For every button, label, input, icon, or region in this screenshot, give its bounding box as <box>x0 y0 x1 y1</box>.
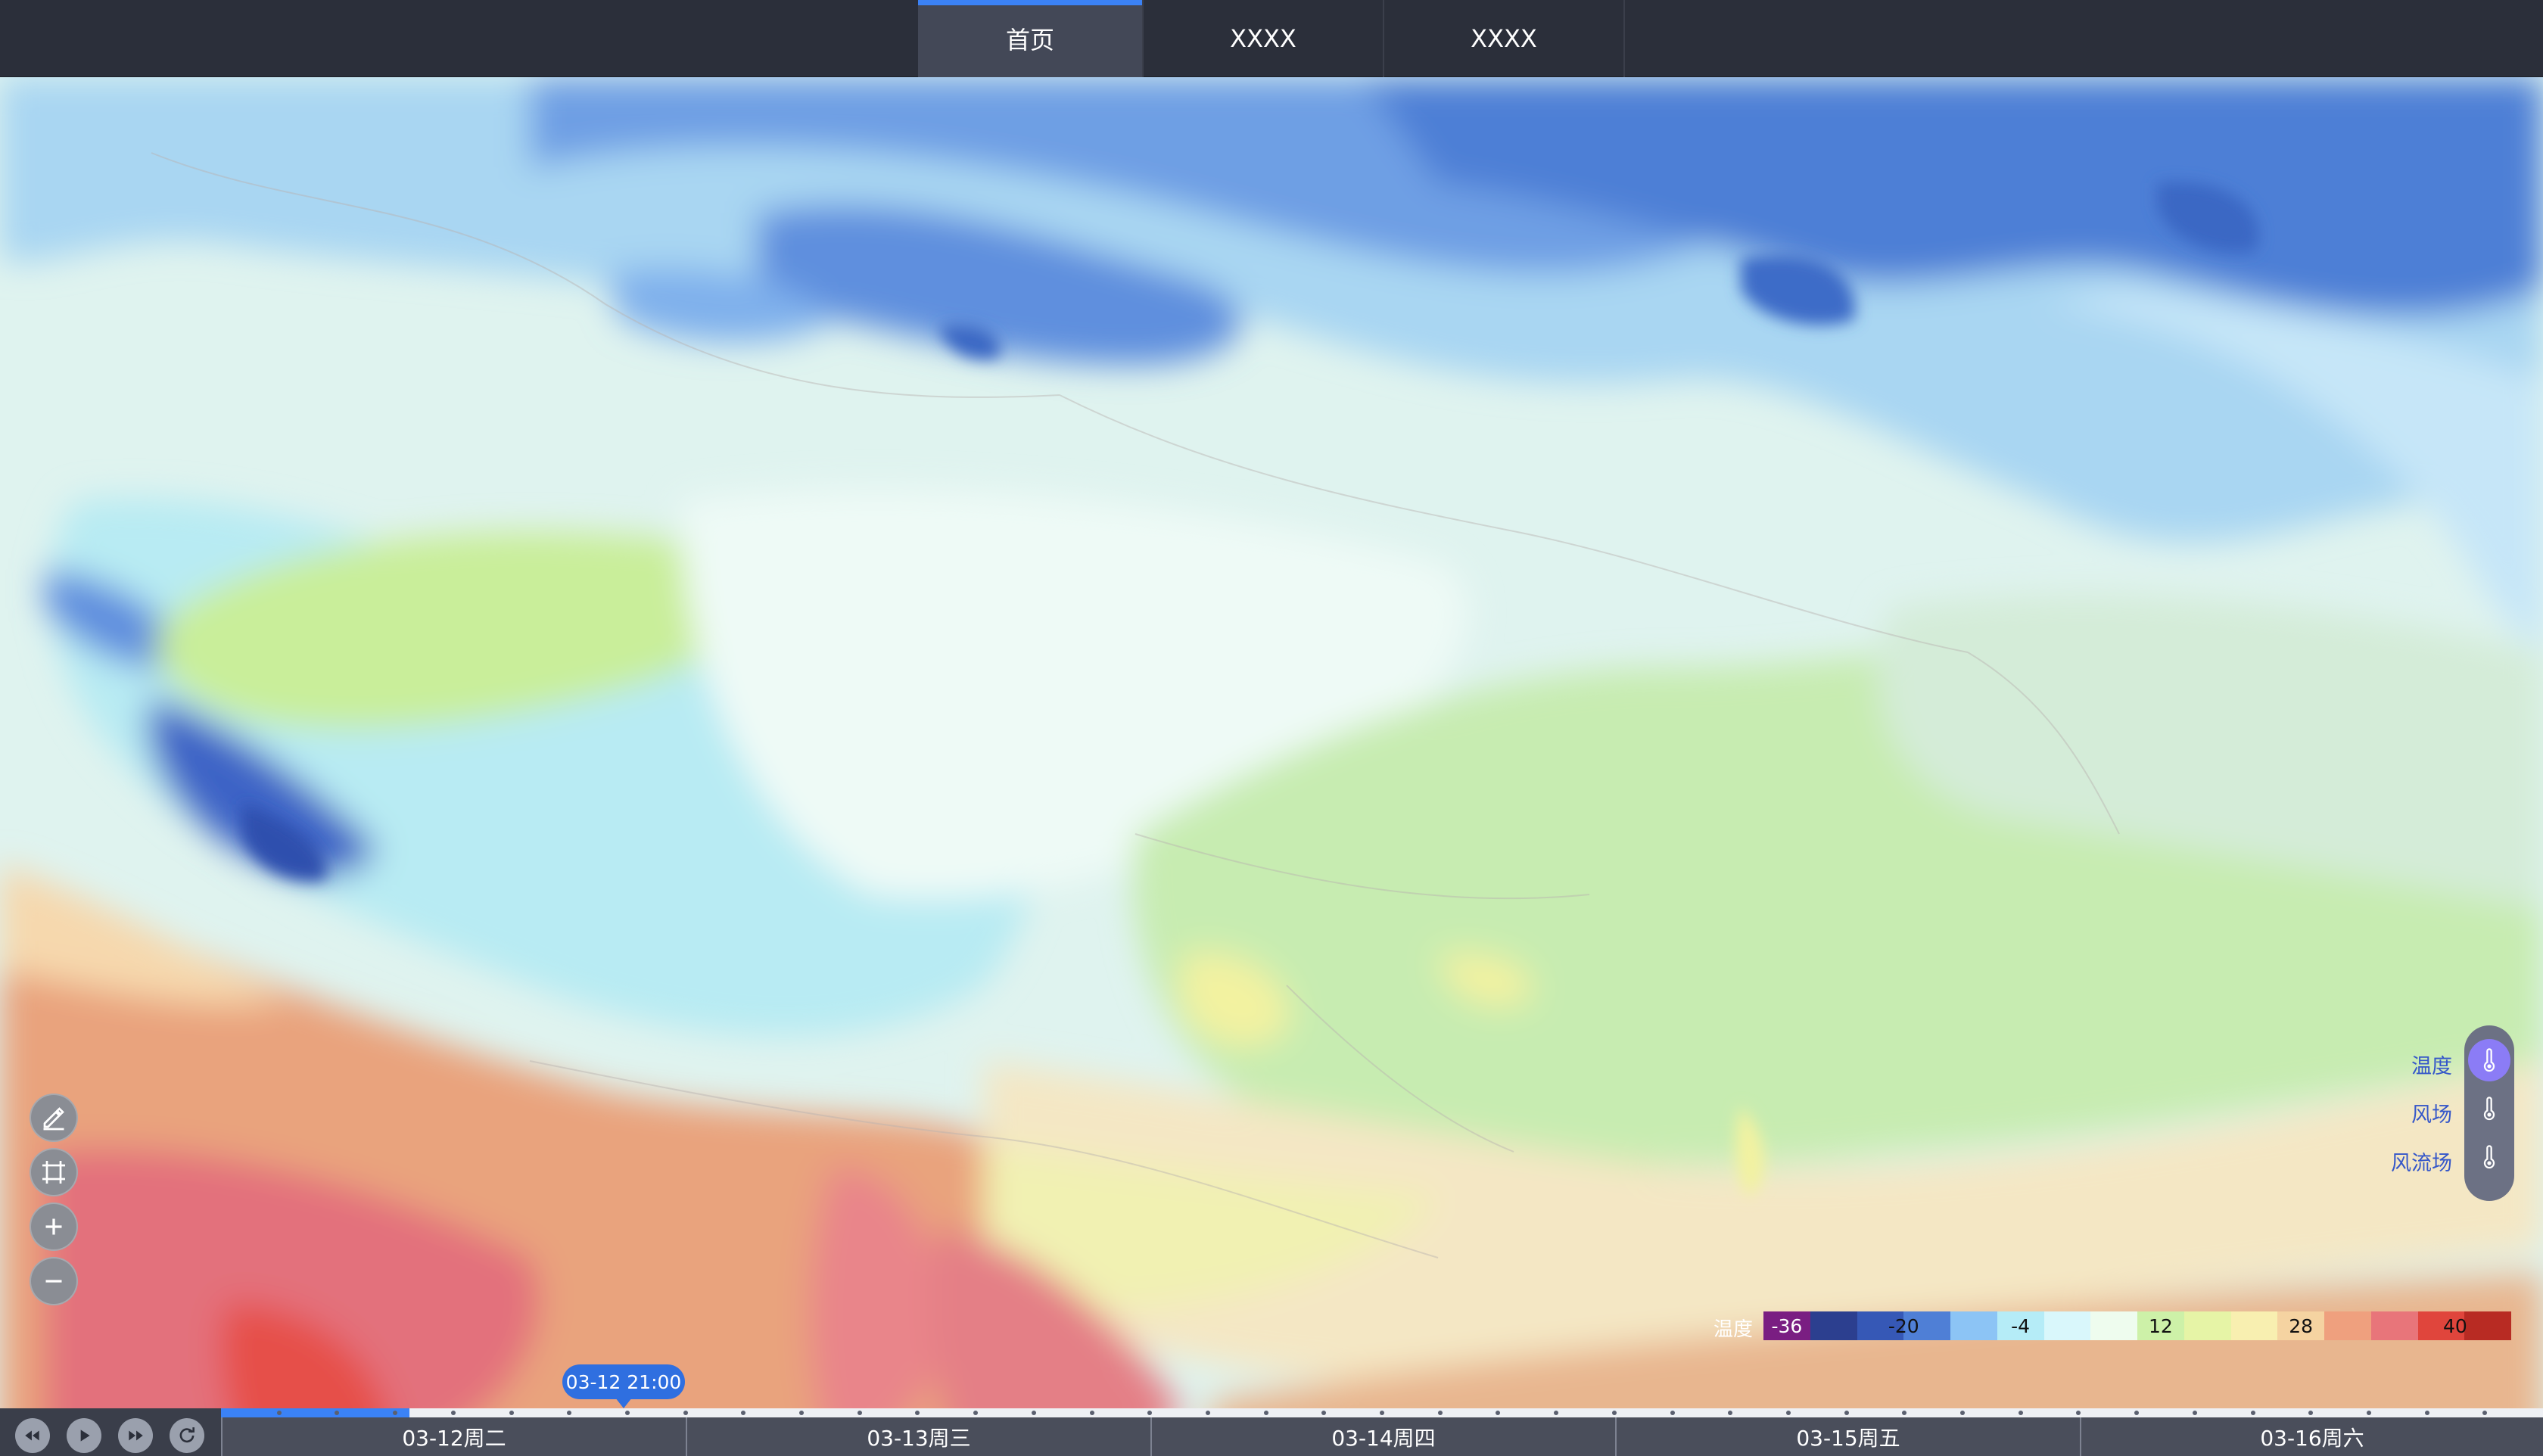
timeline-tick <box>509 1411 514 1415</box>
fast-forward-icon <box>129 1430 143 1441</box>
day-segment-2[interactable]: 03-13周三 <box>686 1417 1150 1456</box>
legend-swatch <box>2090 1311 2137 1340</box>
day-segment-4[interactable]: 03-15周五 <box>1615 1417 2080 1456</box>
timeline-tick <box>1960 1411 1965 1415</box>
legend-label: 12 <box>2148 1315 2173 1337</box>
legend-swatch <box>2183 1311 2231 1340</box>
day-label-2: 03-13周三 <box>867 1425 971 1451</box>
tab-2[interactable]: XXXX <box>1144 0 1384 77</box>
layer-streamline-label[interactable]: 风流场 <box>2331 1146 2452 1176</box>
rewind-icon <box>25 1430 39 1441</box>
layer-wind-button[interactable] <box>2468 1087 2510 1130</box>
timeline-tick <box>450 1411 456 1415</box>
current-time-bubble: 03-12 21:00 <box>562 1364 685 1408</box>
layer-temperature-label[interactable]: 温度 <box>2331 1050 2452 1079</box>
temperature-field <box>0 77 2543 1456</box>
draw-tool-button[interactable] <box>30 1094 78 1142</box>
legend-swatch <box>2464 1311 2511 1340</box>
timeline-tick <box>799 1411 804 1415</box>
day-segment-5[interactable]: 03-16周六 <box>2080 1417 2543 1456</box>
thermometer-icon <box>2483 1048 2495 1072</box>
day-label-3: 03-14周四 <box>1331 1425 1436 1451</box>
minus-icon <box>45 1280 62 1283</box>
legend-label: -4 <box>2011 1315 2031 1337</box>
layer-temperature-button[interactable] <box>2468 1039 2510 1081</box>
tab-home-label: 首页 <box>1005 26 1054 54</box>
day-segment-1[interactable]: 03-12周二 <box>221 1417 686 1456</box>
tab-3-label: XXXX <box>1471 24 1537 53</box>
refresh-icon <box>179 1427 195 1443</box>
timeline-track[interactable]: 03-12周二 03-13周三 03-14周四 03-15周五 03-16周六 <box>221 1408 2543 1456</box>
day-segment-3[interactable]: 03-14周四 <box>1150 1417 1615 1456</box>
fast-forward-button[interactable] <box>118 1418 153 1453</box>
legend-swatch <box>2370 1311 2418 1340</box>
play-button[interactable] <box>67 1418 101 1453</box>
timeline-tick <box>1263 1411 1268 1415</box>
legend-swatch <box>2324 1311 2371 1340</box>
legend-swatch <box>1950 1311 1997 1340</box>
tab-home[interactable]: 首页 <box>918 0 1144 77</box>
timeline-progress <box>221 1408 409 1417</box>
legend-label: 28 <box>2289 1315 2314 1337</box>
thermometer-icon <box>2483 1097 2495 1121</box>
timeline-tick <box>857 1411 862 1415</box>
tab-2-label: XXXX <box>1230 24 1296 53</box>
zoom-out-button[interactable] <box>30 1257 78 1305</box>
layer-switcher <box>2464 1025 2514 1201</box>
timeline-tick <box>2250 1411 2255 1415</box>
select-area-button[interactable] <box>30 1148 78 1196</box>
timeline-tick <box>2424 1411 2429 1415</box>
legend-label: 40 <box>2442 1315 2467 1337</box>
app-root: 首页 XXXX XXXX 温度 风场 风流场 温度 -36 -20 -4 12 … <box>0 0 2543 1456</box>
pen-icon <box>43 1107 64 1131</box>
timeline-tick <box>1205 1411 1210 1415</box>
crop-icon <box>42 1161 65 1184</box>
tab-3[interactable]: XXXX <box>1384 0 1625 77</box>
legend-label: -36 <box>1771 1315 1803 1337</box>
legend-label: -20 <box>1888 1315 1919 1337</box>
timeline-tick <box>1380 1411 1384 1415</box>
legend-swatch <box>1810 1311 1857 1340</box>
timeline-tick <box>1785 1411 1791 1415</box>
play-icon <box>80 1430 90 1442</box>
layer-wind-label[interactable]: 风场 <box>2331 1098 2452 1128</box>
timeline-tick <box>1031 1411 1036 1415</box>
timeline-tick <box>1844 1411 1849 1415</box>
legend-title: 温度 <box>1713 1318 1753 1341</box>
timeline-tick <box>2018 1411 2023 1415</box>
timeline-tick <box>683 1411 688 1415</box>
timeline-tick <box>1089 1411 1094 1415</box>
timeline-tick <box>276 1411 282 1415</box>
plus-icon <box>45 1218 62 1235</box>
rewind-button[interactable] <box>15 1418 50 1453</box>
thermometer-icon <box>2483 1145 2495 1169</box>
temperature-map[interactable]: 温度 风场 风流场 <box>0 77 2543 1456</box>
timeline-tick <box>1611 1411 1617 1415</box>
temperature-legend-bar <box>1763 1311 2511 1340</box>
legend-swatch <box>2043 1311 2091 1340</box>
timeline-tick <box>2192 1411 2197 1415</box>
day-label-4: 03-15周五 <box>1796 1425 1900 1451</box>
timeline-tick <box>2366 1411 2371 1415</box>
day-label-1: 03-12周二 <box>402 1425 506 1451</box>
layer-streamline-button[interactable] <box>2468 1136 2510 1178</box>
timeline-tick <box>1670 1411 1675 1415</box>
top-nav-bar: 首页 XXXX XXXX <box>0 0 2543 77</box>
timeline-tick <box>1437 1411 1443 1415</box>
legend-swatch <box>2230 1311 2278 1340</box>
nav-tabs: 首页 XXXX XXXX <box>918 0 1625 77</box>
day-label-5: 03-16周六 <box>2260 1425 2364 1451</box>
zoom-in-button[interactable] <box>30 1202 78 1251</box>
timeline-tick <box>624 1411 630 1415</box>
refresh-button[interactable] <box>170 1418 204 1453</box>
